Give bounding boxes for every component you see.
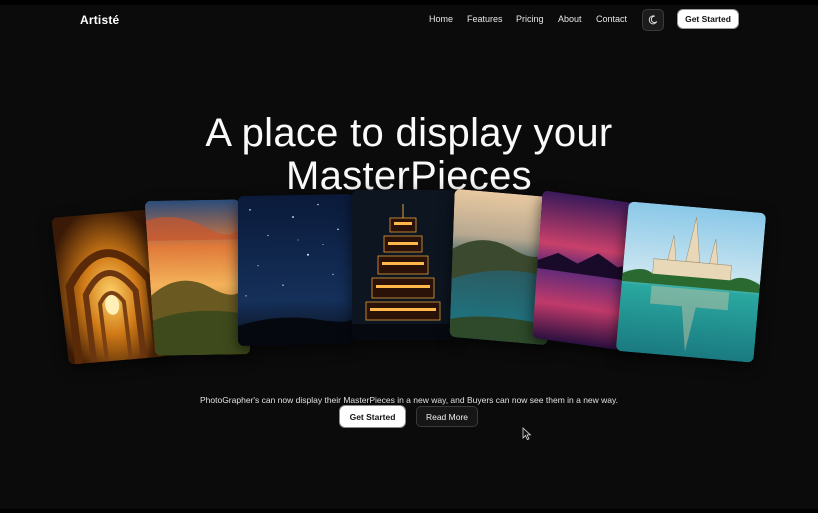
gallery-image-starry-night[interactable] xyxy=(238,193,354,347)
nav-link-features[interactable]: Features xyxy=(467,14,503,24)
hero-title-line1: A place to display your xyxy=(205,110,613,155)
mouse-cursor-icon xyxy=(522,427,532,441)
brand-logo[interactable]: Artisté xyxy=(80,13,119,27)
nav-link-home[interactable]: Home xyxy=(429,14,453,24)
image-gallery xyxy=(0,185,818,380)
gallery-image-sunset-hills[interactable] xyxy=(144,199,251,356)
hero-get-started-button[interactable]: Get Started xyxy=(340,406,405,427)
nav-link-contact[interactable]: Contact xyxy=(596,14,627,24)
hero-read-more-button[interactable]: Read More xyxy=(416,406,478,427)
hero-tagline: PhotoGrapher's can now display their Mas… xyxy=(199,394,619,405)
bottom-bar xyxy=(0,509,818,513)
nav-link-about[interactable]: About xyxy=(558,14,582,24)
nav-link-pricing[interactable]: Pricing xyxy=(516,14,544,24)
navbar: Artisté Home Features Pricing About Cont… xyxy=(0,5,818,35)
moon-icon xyxy=(648,15,658,25)
theme-toggle-button[interactable] xyxy=(642,9,664,31)
nav-get-started-button[interactable]: Get Started xyxy=(678,10,738,28)
gallery-image-temple-reflection[interactable] xyxy=(615,201,767,363)
gallery-image-pagoda[interactable] xyxy=(352,190,455,340)
